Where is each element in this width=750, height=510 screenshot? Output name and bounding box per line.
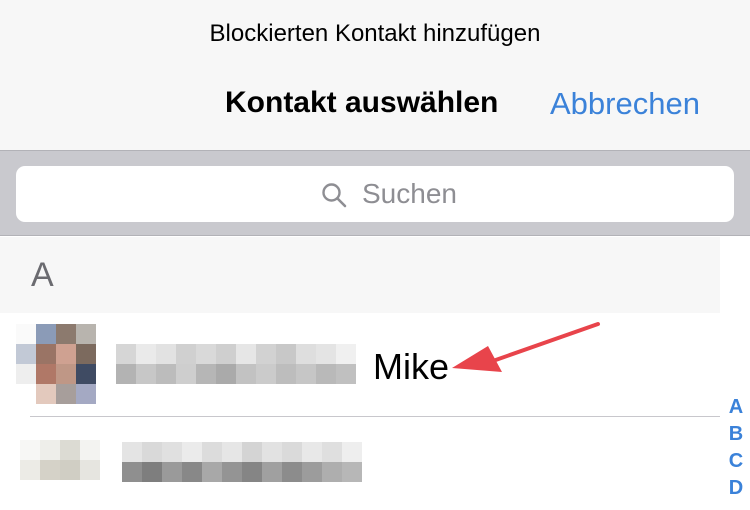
- contact-row[interactable]: Mike: [0, 318, 720, 408]
- contact-row[interactable]: [0, 420, 720, 510]
- prompt-text: Blockierten Kontakt hinzufügen: [209, 20, 541, 47]
- contact-avatar: [20, 440, 100, 480]
- index-letter-b[interactable]: B: [722, 421, 750, 448]
- navigation-bar: Blockierten Kontakt hinzufügen Kontakt a…: [0, 0, 750, 150]
- section-header: A: [0, 237, 720, 313]
- section-letter: A: [31, 256, 54, 294]
- contact-avatar: [16, 324, 96, 404]
- search-field[interactable]: [16, 166, 734, 222]
- index-letter-c[interactable]: C: [722, 448, 750, 475]
- index-letter-d[interactable]: D: [722, 475, 750, 502]
- cancel-button[interactable]: Abbrechen: [550, 86, 700, 122]
- page-title: Kontakt auswählen: [225, 86, 499, 119]
- search-bar: [0, 150, 750, 236]
- index-letter-a[interactable]: A: [722, 394, 750, 421]
- section-index: A B C D: [722, 394, 750, 502]
- redacted-name-text: [122, 442, 362, 482]
- search-input[interactable]: [362, 176, 692, 212]
- row-separator: [30, 416, 720, 417]
- annotation-arrow-icon: [452, 322, 600, 372]
- contact-name: Mike: [373, 346, 450, 387]
- redacted-name-text: [116, 344, 356, 384]
- search-icon: [322, 183, 347, 208]
